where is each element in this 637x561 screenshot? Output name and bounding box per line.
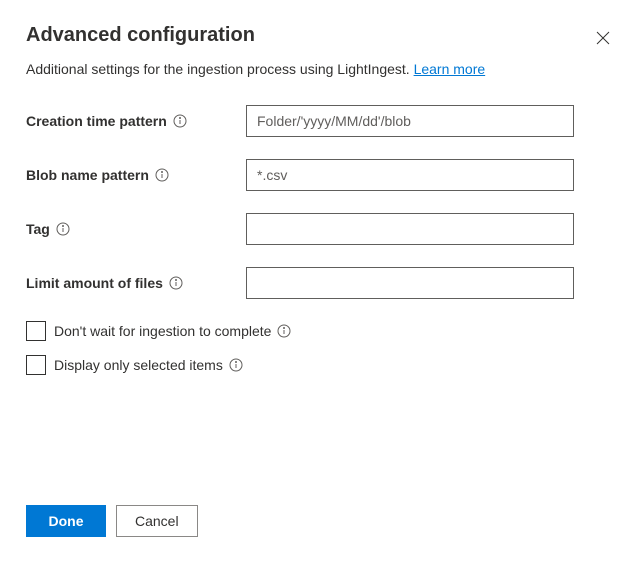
info-icon[interactable] xyxy=(169,276,183,290)
limit-files-input[interactable] xyxy=(246,267,574,299)
limit-files-label: Limit amount of files xyxy=(26,275,246,291)
blob-name-label: Blob name pattern xyxy=(26,167,246,183)
close-icon xyxy=(595,30,611,46)
dont-wait-label: Don't wait for ingestion to complete xyxy=(54,323,291,339)
info-icon[interactable] xyxy=(277,324,291,338)
panel-subtitle: Additional settings for the ingestion pr… xyxy=(26,61,611,77)
display-selected-label: Display only selected items xyxy=(54,357,243,373)
display-selected-label-text: Display only selected items xyxy=(54,357,223,373)
creation-time-input[interactable] xyxy=(246,105,574,137)
blob-name-label-text: Blob name pattern xyxy=(26,167,149,183)
done-button[interactable]: Done xyxy=(26,505,106,537)
limit-files-label-text: Limit amount of files xyxy=(26,275,163,291)
info-icon[interactable] xyxy=(229,358,243,372)
info-icon[interactable] xyxy=(173,114,187,128)
info-icon[interactable] xyxy=(56,222,70,236)
blob-name-input[interactable] xyxy=(246,159,574,191)
creation-time-label-text: Creation time pattern xyxy=(26,113,167,129)
close-button[interactable] xyxy=(595,30,611,46)
display-selected-checkbox[interactable] xyxy=(26,355,46,375)
cancel-button[interactable]: Cancel xyxy=(116,505,198,537)
info-icon[interactable] xyxy=(155,168,169,182)
subtitle-text: Additional settings for the ingestion pr… xyxy=(26,61,414,77)
tag-label: Tag xyxy=(26,221,246,237)
dont-wait-label-text: Don't wait for ingestion to complete xyxy=(54,323,271,339)
learn-more-link[interactable]: Learn more xyxy=(414,61,486,77)
tag-label-text: Tag xyxy=(26,221,50,237)
dont-wait-checkbox[interactable] xyxy=(26,321,46,341)
creation-time-label: Creation time pattern xyxy=(26,113,246,129)
tag-input[interactable] xyxy=(246,213,574,245)
panel-title: Advanced configuration xyxy=(26,24,255,47)
